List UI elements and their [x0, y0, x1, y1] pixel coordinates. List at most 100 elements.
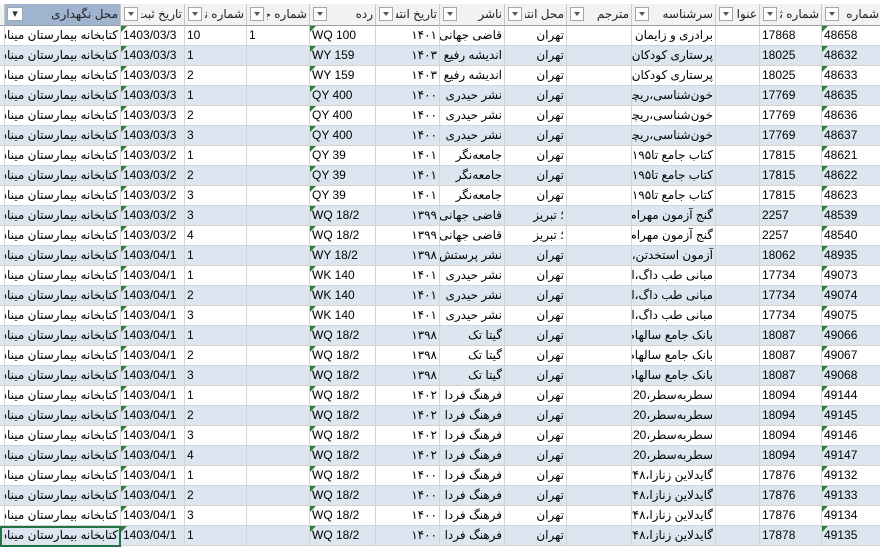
cell-publisher[interactable]: قاضی جهانی — [440, 26, 505, 46]
dropdown-arrow-icon[interactable] — [124, 7, 138, 21]
cell-pubdate[interactable]: ۱۴۰۲ — [376, 426, 440, 446]
filter-icon[interactable]: ▾ — [7, 7, 23, 21]
cell-mdrk[interactable]: 49135 — [822, 526, 880, 546]
cell-author[interactable]: مبانی طب داگ،ادوارد ج، — [632, 306, 716, 326]
dropdown-arrow-icon[interactable] — [188, 7, 202, 21]
cell-place[interactable]: تهران — [505, 46, 567, 66]
cell-translator[interactable] — [567, 206, 632, 226]
cell-title[interactable] — [716, 226, 760, 246]
cell-pubdate[interactable]: ۱۴۰۰ — [376, 466, 440, 486]
cell-copy[interactable]: 3 — [185, 366, 247, 386]
cell-copy[interactable]: 10 — [185, 26, 247, 46]
cell-title[interactable] — [716, 446, 760, 466]
cell-extra[interactable] — [0, 426, 5, 446]
cell-sabt[interactable]: 18025 — [760, 46, 822, 66]
cell-publisher[interactable]: اندیشه رفیع — [440, 46, 505, 66]
cell-sabt[interactable]: 18087 — [760, 326, 822, 346]
cell-location[interactable]: کتابخانه بیمارستان میناد — [5, 126, 121, 146]
cell-class[interactable]: QY 400 — [310, 86, 376, 106]
cell-pubdate[interactable]: ۱۴۰۲ — [376, 386, 440, 406]
cell-publisher[interactable]: فرهنگ فردا — [440, 386, 505, 406]
cell-title[interactable] — [716, 346, 760, 366]
cell-place[interactable]: تهران — [505, 366, 567, 386]
cell-regdate[interactable]: 1403/04/1 — [121, 326, 185, 346]
cell-translator[interactable] — [567, 526, 632, 546]
cell-class[interactable]: WQ 18/2 — [310, 526, 376, 546]
cell-mdrk[interactable]: 48658 — [822, 26, 880, 46]
cell-vol[interactable] — [247, 526, 310, 546]
cell-vol[interactable] — [247, 46, 310, 66]
cell-vol[interactable] — [247, 246, 310, 266]
cell-mdrk[interactable]: 48623 — [822, 186, 880, 206]
dropdown-arrow-icon[interactable] — [719, 7, 733, 21]
cell-class[interactable]: QY 400 — [310, 126, 376, 146]
cell-vol[interactable] — [247, 426, 310, 446]
cell-extra[interactable] — [0, 166, 5, 186]
cell-class[interactable]: WQ 18/2 — [310, 406, 376, 426]
cell-title[interactable] — [716, 166, 760, 186]
cell-publisher[interactable]: فرهنگ فردا — [440, 406, 505, 426]
cell-title[interactable] — [716, 506, 760, 526]
cell-extra[interactable] — [0, 446, 5, 466]
header-place[interactable]: محل انتشار — [505, 4, 567, 26]
cell-regdate[interactable]: 1403/04/1 — [121, 406, 185, 426]
cell-extra[interactable] — [0, 286, 5, 306]
cell-author[interactable]: مبانی طب داگ،ادوارد ج، — [632, 286, 716, 306]
cell-regdate[interactable]: 1403/04/1 — [121, 506, 185, 526]
cell-copy[interactable]: 1 — [185, 526, 247, 546]
cell-sabt[interactable]: 17868 — [760, 26, 822, 46]
cell-mdrk[interactable]: 49066 — [822, 326, 880, 346]
cell-title[interactable] — [716, 326, 760, 346]
cell-copy[interactable]: 2 — [185, 286, 247, 306]
cell-translator[interactable] — [567, 106, 632, 126]
cell-pubdate[interactable]: ۱۴۰۱ — [376, 166, 440, 186]
cell-mdrk[interactable]: 49074 — [822, 286, 880, 306]
cell-regdate[interactable]: 1403/04/1 — [121, 266, 185, 286]
cell-publisher[interactable]: قاضی جهانی — [440, 206, 505, 226]
cell-mdrk[interactable]: 48935 — [822, 246, 880, 266]
cell-sabt[interactable]: 18094 — [760, 426, 822, 446]
cell-mdrk[interactable]: 49145 — [822, 406, 880, 426]
cell-pubdate[interactable]: ۱۳۹۸ — [376, 366, 440, 386]
cell-regdate[interactable]: 1403/03/2 — [121, 166, 185, 186]
cell-class[interactable]: WK 140 — [310, 306, 376, 326]
cell-extra[interactable] — [0, 186, 5, 206]
cell-publisher[interactable]: نشر پرستش — [440, 246, 505, 266]
cell-mdrk[interactable]: 49075 — [822, 306, 880, 326]
cell-mdrk[interactable]: 49132 — [822, 466, 880, 486]
cell-extra[interactable] — [0, 206, 5, 226]
cell-vol[interactable] — [247, 106, 310, 126]
cell-copy[interactable]: 1 — [185, 46, 247, 66]
cell-publisher[interactable]: نشر حیدری — [440, 286, 505, 306]
cell-vol[interactable] — [247, 226, 310, 246]
cell-author[interactable]: خون‌شناسی،ریچارد،ن ، — [632, 86, 716, 106]
cell-mdrk[interactable]: 49144 — [822, 386, 880, 406]
cell-extra[interactable] — [0, 526, 5, 546]
cell-location[interactable]: کتابخانه بیمارستان میناد — [5, 506, 121, 526]
cell-vol[interactable] — [247, 346, 310, 366]
cell-extra[interactable] — [0, 266, 5, 286]
cell-translator[interactable] — [567, 246, 632, 266]
cell-regdate[interactable]: 1403/04/1 — [121, 486, 185, 506]
cell-pubdate[interactable]: ۱۴۰۱ — [376, 26, 440, 46]
cell-pubdate[interactable]: ۱۴۰۲ — [376, 406, 440, 426]
cell-sabt[interactable]: 17878 — [760, 526, 822, 546]
cell-extra[interactable] — [0, 106, 5, 126]
header-pubdate[interactable]: تاریخ انتشار — [376, 4, 440, 26]
cell-translator[interactable] — [567, 66, 632, 86]
cell-place[interactable]: تهران — [505, 306, 567, 326]
cell-vol[interactable] — [247, 326, 310, 346]
cell-regdate[interactable]: 1403/04/1 — [121, 246, 185, 266]
cell-translator[interactable] — [567, 306, 632, 326]
cell-translator[interactable] — [567, 486, 632, 506]
cell-class[interactable]: WQ 18/2 — [310, 226, 376, 246]
cell-vol[interactable] — [247, 186, 310, 206]
cell-regdate[interactable]: 1403/04/1 — [121, 446, 185, 466]
cell-class[interactable]: QY 400 — [310, 106, 376, 126]
header-extra[interactable]: نا — [0, 4, 5, 26]
cell-translator[interactable] — [567, 506, 632, 526]
cell-extra[interactable] — [0, 326, 5, 346]
cell-place[interactable]: تهران — [505, 186, 567, 206]
cell-copy[interactable]: 3 — [185, 206, 247, 226]
cell-class[interactable]: WQ 18/2 — [310, 446, 376, 466]
